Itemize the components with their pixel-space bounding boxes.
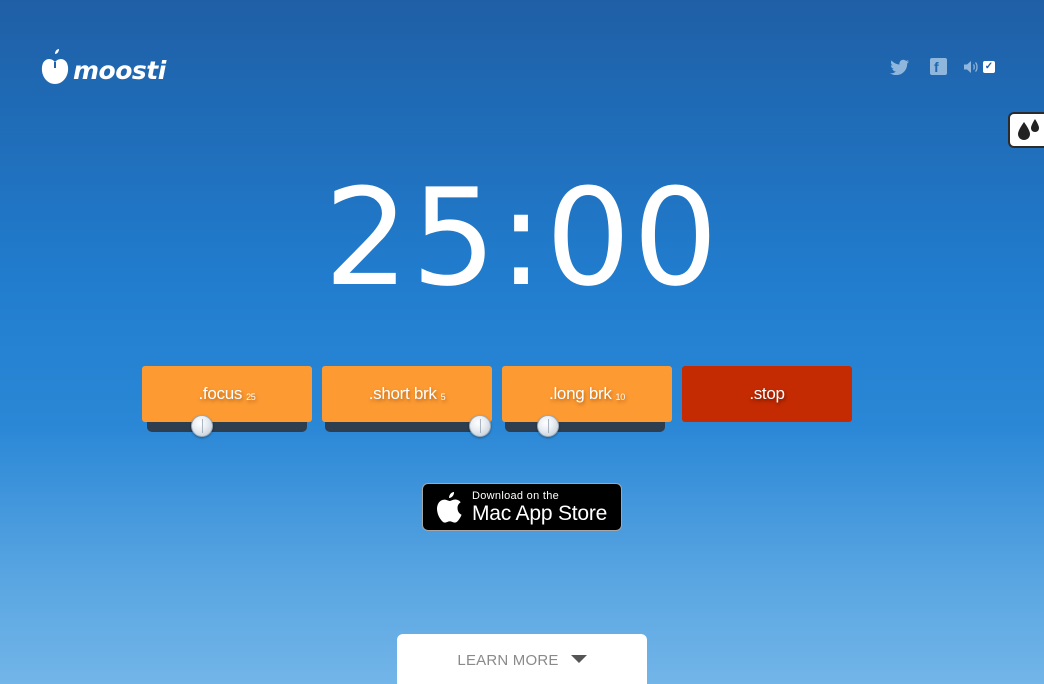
short-break-button[interactable]: .short brk 5 <box>322 366 492 422</box>
short-break-label: .short brk <box>368 384 437 403</box>
apple-icon <box>437 492 462 523</box>
timer-display: 25:00 <box>323 160 721 316</box>
slider-knob[interactable] <box>191 415 213 437</box>
mac-app-store-badge[interactable]: Download on the Mac App Store <box>422 483 622 531</box>
header-icons: f ✓ <box>890 58 995 75</box>
caret-down-icon <box>570 655 587 663</box>
focus-minutes: 25 <box>246 391 256 402</box>
theme-switcher-tab[interactable] <box>1008 112 1044 148</box>
sound-icon[interactable] <box>963 60 980 74</box>
learn-more-button[interactable]: LEARN MORE <box>397 634 647 684</box>
facebook-icon[interactable]: f <box>930 58 947 75</box>
focus-label: .focus <box>198 384 243 403</box>
slider-knob[interactable] <box>469 415 491 437</box>
appstore-big-text: Mac App Store <box>472 501 608 525</box>
sound-toggle-checkbox[interactable]: ✓ <box>983 60 995 73</box>
appstore-small-text: Download on the <box>472 489 560 502</box>
moosti-logo[interactable]: moosti <box>41 48 166 86</box>
long-break-label: .long brk <box>549 384 612 403</box>
stop-button[interactable]: .stop <box>682 366 852 422</box>
stop-label: .stop <box>749 384 785 403</box>
short-break-duration-slider[interactable] <box>325 415 491 437</box>
long-break-button[interactable]: .long brk 10 <box>502 366 672 422</box>
long-break-duration-slider[interactable] <box>505 415 665 437</box>
twitter-icon[interactable] <box>890 59 910 75</box>
learn-more-label: LEARN MORE <box>457 652 559 669</box>
short-break-minutes: 5 <box>440 391 446 402</box>
focus-duration-slider[interactable] <box>147 415 307 437</box>
focus-button[interactable]: .focus 25 <box>142 366 312 422</box>
brand-name: moosti <box>73 56 166 85</box>
apple-logo-icon <box>41 49 69 84</box>
slider-knob[interactable] <box>537 415 559 437</box>
long-break-minutes: 10 <box>615 391 626 402</box>
ink-drops-icon <box>1018 119 1039 140</box>
